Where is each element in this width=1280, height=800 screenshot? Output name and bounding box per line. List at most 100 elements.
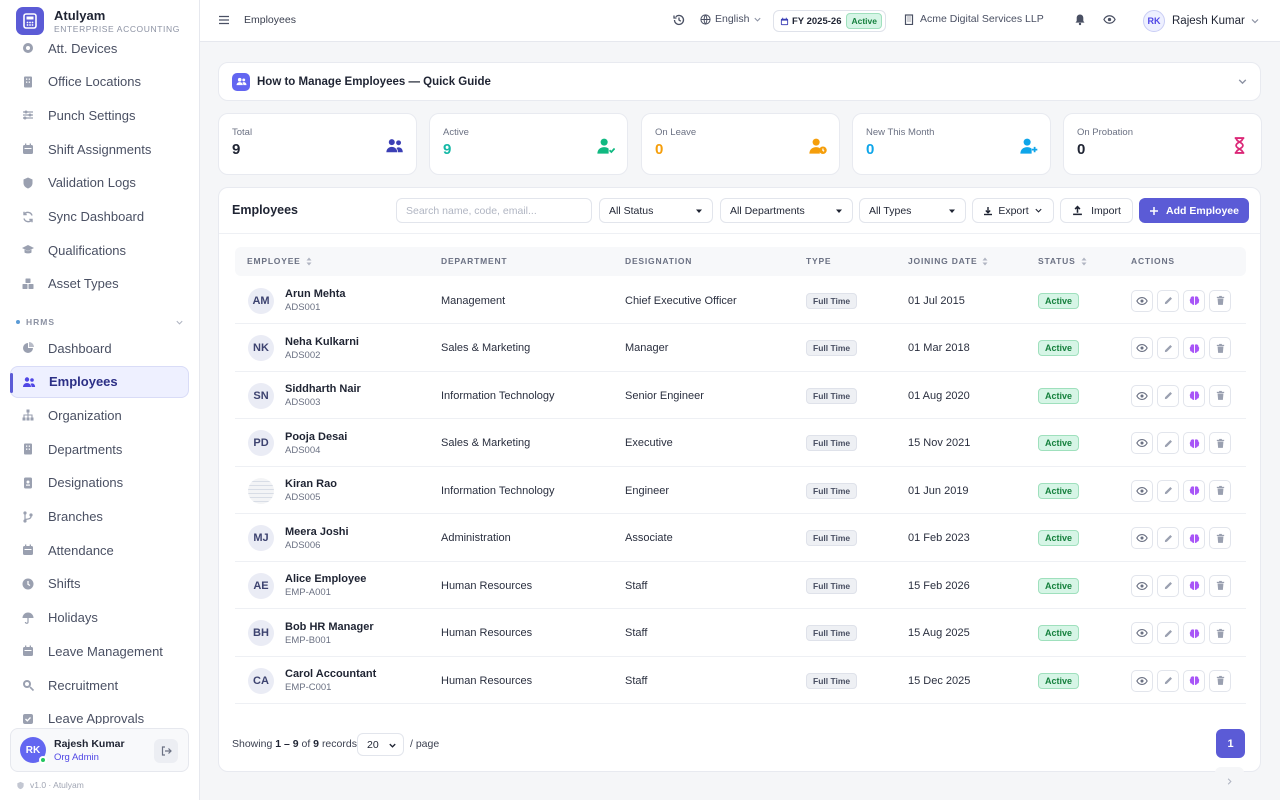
table-row[interactable]: AM Arun Mehta ADS001 Management Chief Ex…	[235, 277, 1246, 324]
table-row[interactable]: SN Siddharth Nair ADS003 Information Tec…	[235, 372, 1246, 419]
sidebar-item-att-devices[interactable]: Att. Devices	[10, 38, 189, 64]
menu-toggle-button[interactable]	[218, 14, 230, 29]
sidebar-item-departments[interactable]: Departments	[10, 433, 189, 465]
delete-button[interactable]	[1209, 527, 1231, 549]
employee-name[interactable]: Siddharth Nair	[285, 383, 361, 395]
stat-card-on-leave[interactable]: On Leave 0	[641, 113, 840, 175]
page-button-current[interactable]: 1	[1216, 729, 1245, 758]
type-filter-select[interactable]: All Types	[859, 198, 966, 223]
search-input[interactable]	[396, 198, 592, 223]
sidebar-section-hrms[interactable]: HRMS	[16, 317, 184, 327]
column-header-status[interactable]: STATUS	[1038, 256, 1087, 266]
employee-name[interactable]: Carol Accountant	[285, 668, 376, 680]
employee-name[interactable]: Neha Kulkarni	[285, 336, 359, 348]
quick-guide-accordion[interactable]: How to Manage Employees — Quick Guide	[218, 62, 1261, 101]
next-page-button[interactable]	[1215, 767, 1244, 796]
import-button[interactable]: Import	[1060, 198, 1133, 223]
breadcrumb[interactable]: Employees	[244, 14, 296, 26]
sidebar-item-office-locations[interactable]: Office Locations	[10, 66, 189, 98]
page-size-select[interactable]: 20	[357, 733, 404, 756]
sidebar-item-employees[interactable]: Employees	[10, 365, 189, 398]
delete-button[interactable]	[1209, 574, 1231, 597]
table-row[interactable]: MJ Meera Joshi ADS006 Administration Ass…	[235, 515, 1246, 562]
employee-name[interactable]: Kiran Rao	[285, 478, 337, 490]
delete-button[interactable]	[1209, 289, 1231, 312]
ai-button[interactable]	[1183, 574, 1205, 597]
ai-button[interactable]	[1183, 622, 1205, 644]
view-button[interactable]	[1131, 432, 1153, 454]
sidebar-item-leave-management[interactable]: Leave Management	[10, 635, 189, 667]
sidebar-item-branches[interactable]: Branches	[10, 501, 189, 533]
delete-button[interactable]	[1209, 622, 1231, 644]
add-employee-button[interactable]: Add Employee	[1139, 198, 1249, 223]
edit-button[interactable]	[1157, 574, 1179, 597]
user-menu[interactable]: RK Rajesh Kumar	[1143, 10, 1260, 32]
column-header-joining-date[interactable]: JOINING DATE	[908, 256, 988, 266]
view-button[interactable]	[1131, 384, 1153, 407]
ai-button[interactable]	[1183, 289, 1205, 312]
sidebar-item-asset-types[interactable]: Asset Types	[10, 268, 189, 300]
table-row[interactable]: PD Pooja Desai ADS004 Sales & Marketing …	[235, 420, 1246, 467]
sidebar-item-qualifications[interactable]: Qualifications	[10, 234, 189, 266]
logout-button[interactable]	[154, 739, 178, 763]
sidebar-item-shifts[interactable]: Shifts	[10, 568, 189, 600]
ai-button[interactable]	[1183, 337, 1205, 359]
status-filter-select[interactable]: All Status	[599, 198, 713, 223]
sidebar-user-card[interactable]: RK Rajesh Kumar Org Admin	[10, 728, 189, 772]
table-row[interactable]: AE Alice Employee EMP-A001 Human Resourc…	[235, 562, 1246, 609]
table-row[interactable]: Kiran Rao ADS005 Information Technology …	[235, 467, 1246, 514]
employee-name[interactable]: Meera Joshi	[285, 526, 349, 538]
view-button[interactable]	[1131, 574, 1153, 597]
edit-button[interactable]	[1157, 289, 1179, 312]
ai-button[interactable]	[1183, 384, 1205, 407]
delete-button[interactable]	[1209, 432, 1231, 454]
edit-button[interactable]	[1157, 384, 1179, 407]
view-button[interactable]	[1131, 527, 1153, 549]
sidebar-item-dashboard[interactable]: Dashboard	[10, 332, 189, 364]
sidebar-item-holidays[interactable]: Holidays	[10, 602, 189, 634]
notifications-button[interactable]	[1074, 13, 1086, 29]
edit-button[interactable]	[1157, 337, 1179, 359]
view-button[interactable]	[1131, 289, 1153, 312]
stat-card-active[interactable]: Active 9	[429, 113, 628, 175]
sidebar-item-organization[interactable]: Organization	[10, 399, 189, 431]
delete-button[interactable]	[1209, 337, 1231, 359]
sidebar-item-validation-logs[interactable]: Validation Logs	[10, 167, 189, 199]
delete-button[interactable]	[1209, 479, 1231, 502]
ai-button[interactable]	[1183, 479, 1205, 502]
delete-button[interactable]	[1209, 669, 1231, 692]
table-row[interactable]: NK Neha Kulkarni ADS002 Sales & Marketin…	[235, 325, 1246, 372]
ai-button[interactable]	[1183, 432, 1205, 454]
sidebar-item-leave-approvals[interactable]: Leave Approvals	[10, 703, 189, 724]
company-selector[interactable]: Acme Digital Services LLP	[904, 13, 1044, 25]
edit-button[interactable]	[1157, 479, 1179, 502]
view-button[interactable]	[1131, 479, 1153, 502]
sidebar-item-attendance[interactable]: Attendance	[10, 534, 189, 566]
employee-name[interactable]: Bob HR Manager	[285, 621, 374, 633]
sidebar-item-punch-settings[interactable]: Punch Settings	[10, 99, 189, 131]
view-button[interactable]	[1131, 622, 1153, 644]
stat-card-total[interactable]: Total 9	[218, 113, 417, 175]
export-button[interactable]: Export	[972, 198, 1054, 223]
history-button[interactable]	[672, 13, 686, 30]
employee-name[interactable]: Arun Mehta	[285, 288, 346, 300]
edit-button[interactable]	[1157, 432, 1179, 454]
edit-button[interactable]	[1157, 669, 1179, 692]
stat-card-on-probation[interactable]: On Probation 0	[1063, 113, 1262, 175]
edit-button[interactable]	[1157, 527, 1179, 549]
stat-card-new-this-month[interactable]: New This Month 0	[852, 113, 1051, 175]
language-selector[interactable]: English	[700, 13, 762, 25]
department-filter-select[interactable]: All Departments	[720, 198, 853, 223]
ai-button[interactable]	[1183, 527, 1205, 549]
table-row[interactable]: CA Carol Accountant EMP-C001 Human Resou…	[235, 657, 1246, 704]
sidebar-item-recruitment[interactable]: Recruitment	[10, 669, 189, 701]
employee-name[interactable]: Pooja Desai	[285, 431, 347, 443]
ai-button[interactable]	[1183, 669, 1205, 692]
delete-button[interactable]	[1209, 384, 1231, 407]
column-header-employee[interactable]: EMPLOYEE	[247, 256, 312, 266]
table-row[interactable]: BH Bob HR Manager EMP-B001 Human Resourc…	[235, 610, 1246, 657]
sidebar-item-sync-dashboard[interactable]: Sync Dashboard	[10, 201, 189, 233]
edit-button[interactable]	[1157, 622, 1179, 644]
preview-button[interactable]	[1103, 13, 1116, 29]
view-button[interactable]	[1131, 669, 1153, 692]
